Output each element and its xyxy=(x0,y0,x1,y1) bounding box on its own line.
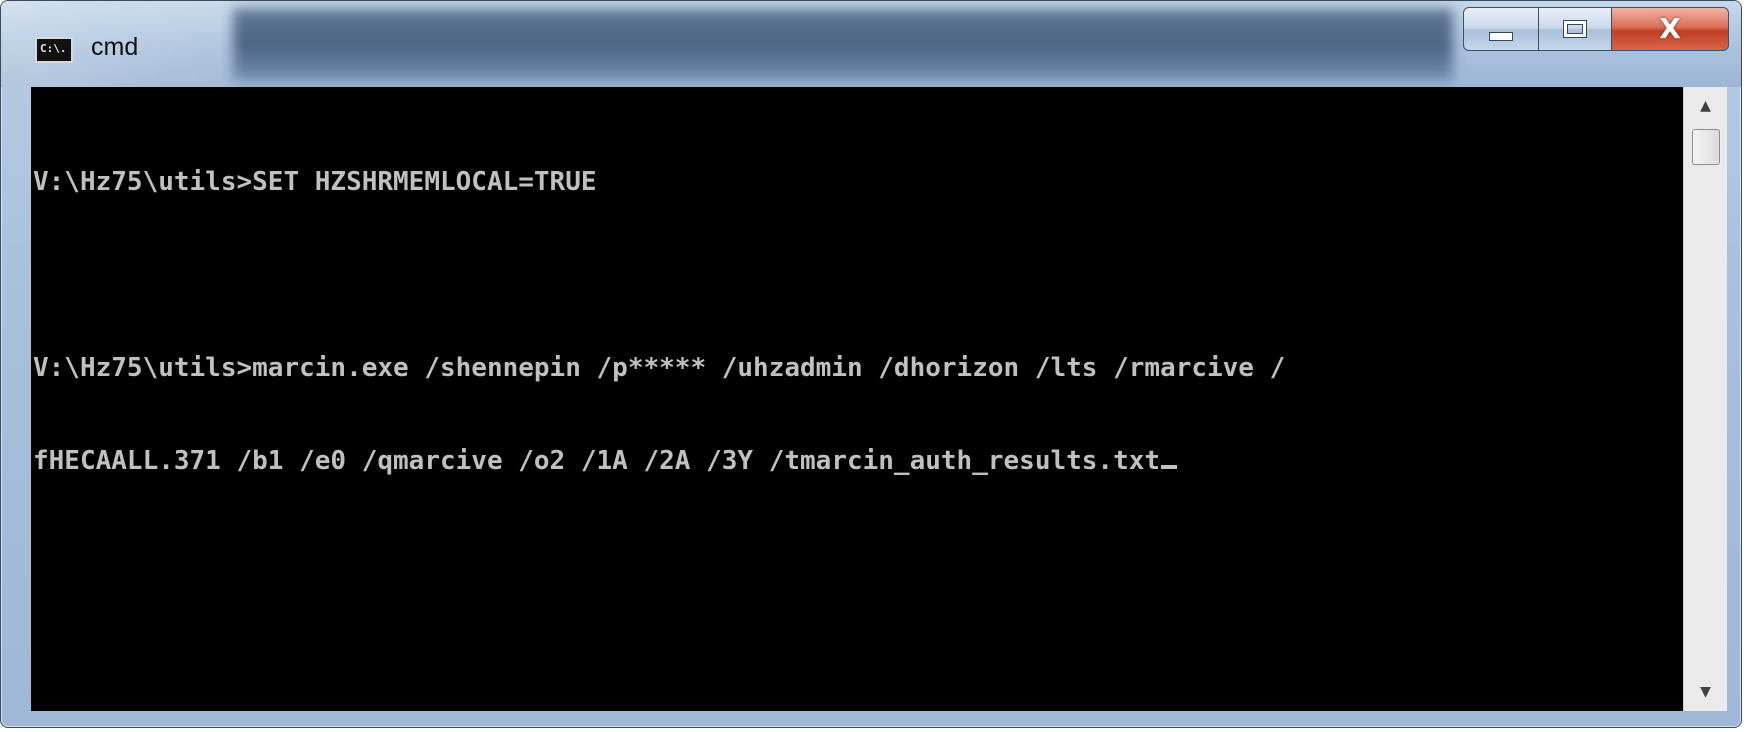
window-title: cmd xyxy=(91,33,139,61)
console-text-area: V:\Hz75\utils>SET HZSHRMEMLOCAL=TRUE V:\… xyxy=(33,105,1285,539)
console-line: V:\Hz75\utils>SET HZSHRMEMLOCAL=TRUE xyxy=(33,167,597,197)
console-line: V:\Hz75\utils>marcin.exe /shennepin /p**… xyxy=(33,353,1286,383)
console-line-text: fHECAALL.371 /b1 /e0 /qmarcive /o2 /1A /… xyxy=(33,446,1161,476)
text-cursor xyxy=(1161,465,1178,469)
close-button[interactable]: X xyxy=(1611,7,1729,51)
scroll-thumb[interactable] xyxy=(1692,129,1720,165)
close-icon: X xyxy=(1659,12,1681,45)
title-bar-background-blur xyxy=(233,9,1453,81)
scroll-down-arrow-icon[interactable]: ▼ xyxy=(1684,673,1727,711)
cmd-window: C:\. cmd X V:\Hz75\utils>SET HZSHRMEMLOC… xyxy=(0,0,1742,728)
title-bar[interactable]: C:\. cmd X xyxy=(1,1,1741,87)
minimize-icon xyxy=(1489,31,1513,41)
console-output[interactable]: V:\Hz75\utils>SET HZSHRMEMLOCAL=TRUE V:\… xyxy=(31,87,1683,711)
minimize-button[interactable] xyxy=(1463,7,1539,51)
console-line-current: fHECAALL.371 /b1 /e0 /qmarcive /o2 /1A /… xyxy=(33,446,1285,477)
maximize-button[interactable] xyxy=(1538,7,1612,51)
cmd-app-icon[interactable]: C:\. xyxy=(35,37,73,63)
vertical-scrollbar[interactable]: ▲ ▼ xyxy=(1683,87,1727,711)
scroll-up-arrow-icon[interactable]: ▲ xyxy=(1684,87,1727,125)
maximize-icon xyxy=(1563,20,1587,38)
